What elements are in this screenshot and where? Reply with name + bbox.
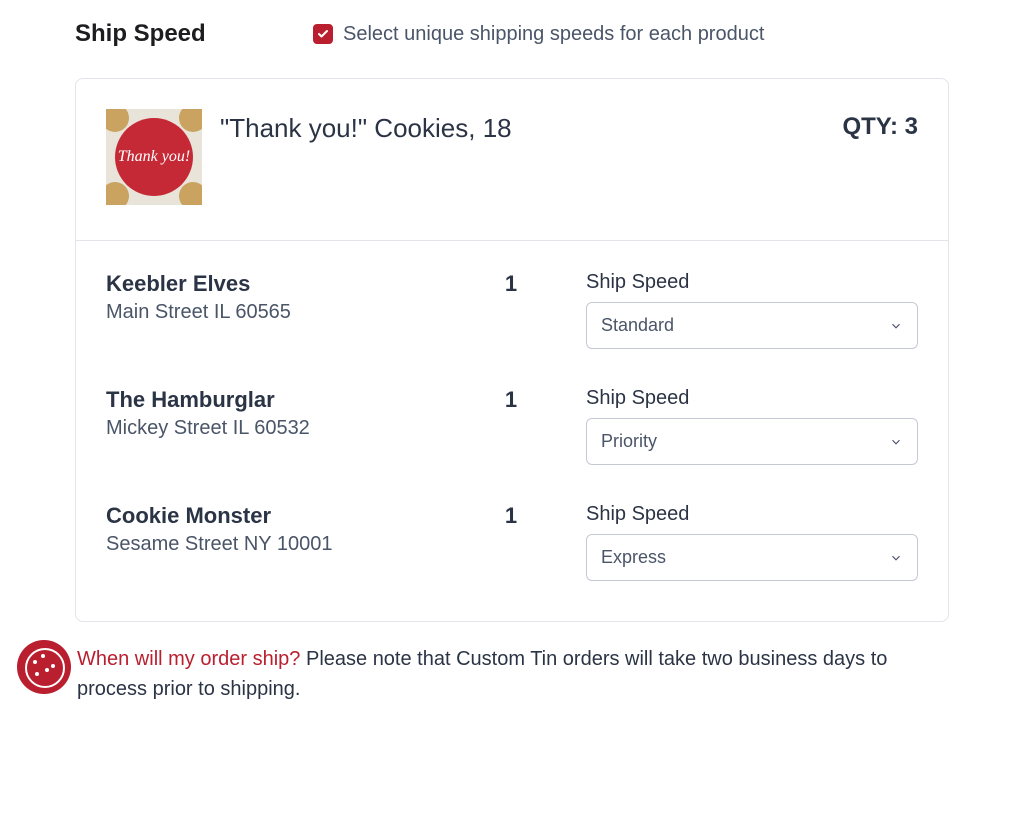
ship-speed-value: Express <box>601 547 666 568</box>
checkmark-icon <box>317 28 329 40</box>
cookie-icon[interactable] <box>17 640 71 694</box>
chevron-down-icon <box>889 551 903 565</box>
product-image-badge: Thank you! <box>115 118 193 196</box>
ship-speed-label: Ship Speed <box>586 387 918 410</box>
recipient-row: Cookie Monster Sesame Street NY 10001 1 … <box>106 503 918 581</box>
ship-speed-value: Standard <box>601 315 674 336</box>
recipients-list: Keebler Elves Main Street IL 60565 1 Shi… <box>76 241 948 621</box>
unique-speeds-checkbox[interactable] <box>313 24 333 44</box>
page-title: Ship Speed <box>75 20 235 48</box>
chevron-down-icon <box>889 319 903 333</box>
product-card: Thank you! "Thank you!" Cookies, 18 QTY:… <box>75 78 949 622</box>
recipient-row: Keebler Elves Main Street IL 60565 1 Shi… <box>106 271 918 349</box>
product-qty: QTY: 3 <box>842 109 918 141</box>
recipient-row: The Hamburglar Mickey Street IL 60532 1 … <box>106 387 918 465</box>
recipient-info: Keebler Elves Main Street IL 60565 <box>106 271 466 324</box>
chevron-down-icon <box>889 435 903 449</box>
unique-speeds-label: Select unique shipping speeds for each p… <box>343 23 764 46</box>
product-header: Thank you! "Thank you!" Cookies, 18 QTY:… <box>76 79 948 241</box>
product-image: Thank you! <box>106 109 202 205</box>
ship-speed-select[interactable]: Express <box>586 534 918 581</box>
ship-speed-column: Ship Speed Express <box>586 503 918 581</box>
recipient-name: The Hamburglar <box>106 387 466 413</box>
unique-speeds-checkbox-wrap[interactable]: Select unique shipping speeds for each p… <box>313 23 764 46</box>
ship-speed-label: Ship Speed <box>586 503 918 526</box>
ship-speed-value: Priority <box>601 431 657 452</box>
recipient-address: Sesame Street NY 10001 <box>106 533 466 556</box>
ship-speed-select[interactable]: Standard <box>586 302 918 349</box>
ship-speed-label: Ship Speed <box>586 271 918 294</box>
ship-speed-column: Ship Speed Standard <box>586 271 918 349</box>
recipient-qty: 1 <box>466 503 556 529</box>
header-row: Ship Speed Select unique shipping speeds… <box>75 20 949 48</box>
recipient-name: Cookie Monster <box>106 503 466 529</box>
recipient-qty: 1 <box>466 387 556 413</box>
recipient-qty: 1 <box>466 271 556 297</box>
recipient-address: Main Street IL 60565 <box>106 301 466 324</box>
recipient-name: Keebler Elves <box>106 271 466 297</box>
ship-speed-select[interactable]: Priority <box>586 418 918 465</box>
ship-speed-column: Ship Speed Priority <box>586 387 918 465</box>
footer-text: When will my order ship? Please note tha… <box>77 644 949 704</box>
recipient-info: The Hamburglar Mickey Street IL 60532 <box>106 387 466 440</box>
footer-note: When will my order ship? Please note tha… <box>75 644 949 704</box>
product-name: "Thank you!" Cookies, 18 <box>220 109 824 144</box>
recipient-address: Mickey Street IL 60532 <box>106 417 466 440</box>
when-will-ship-link[interactable]: When will my order ship? <box>77 648 300 670</box>
recipient-info: Cookie Monster Sesame Street NY 10001 <box>106 503 466 556</box>
